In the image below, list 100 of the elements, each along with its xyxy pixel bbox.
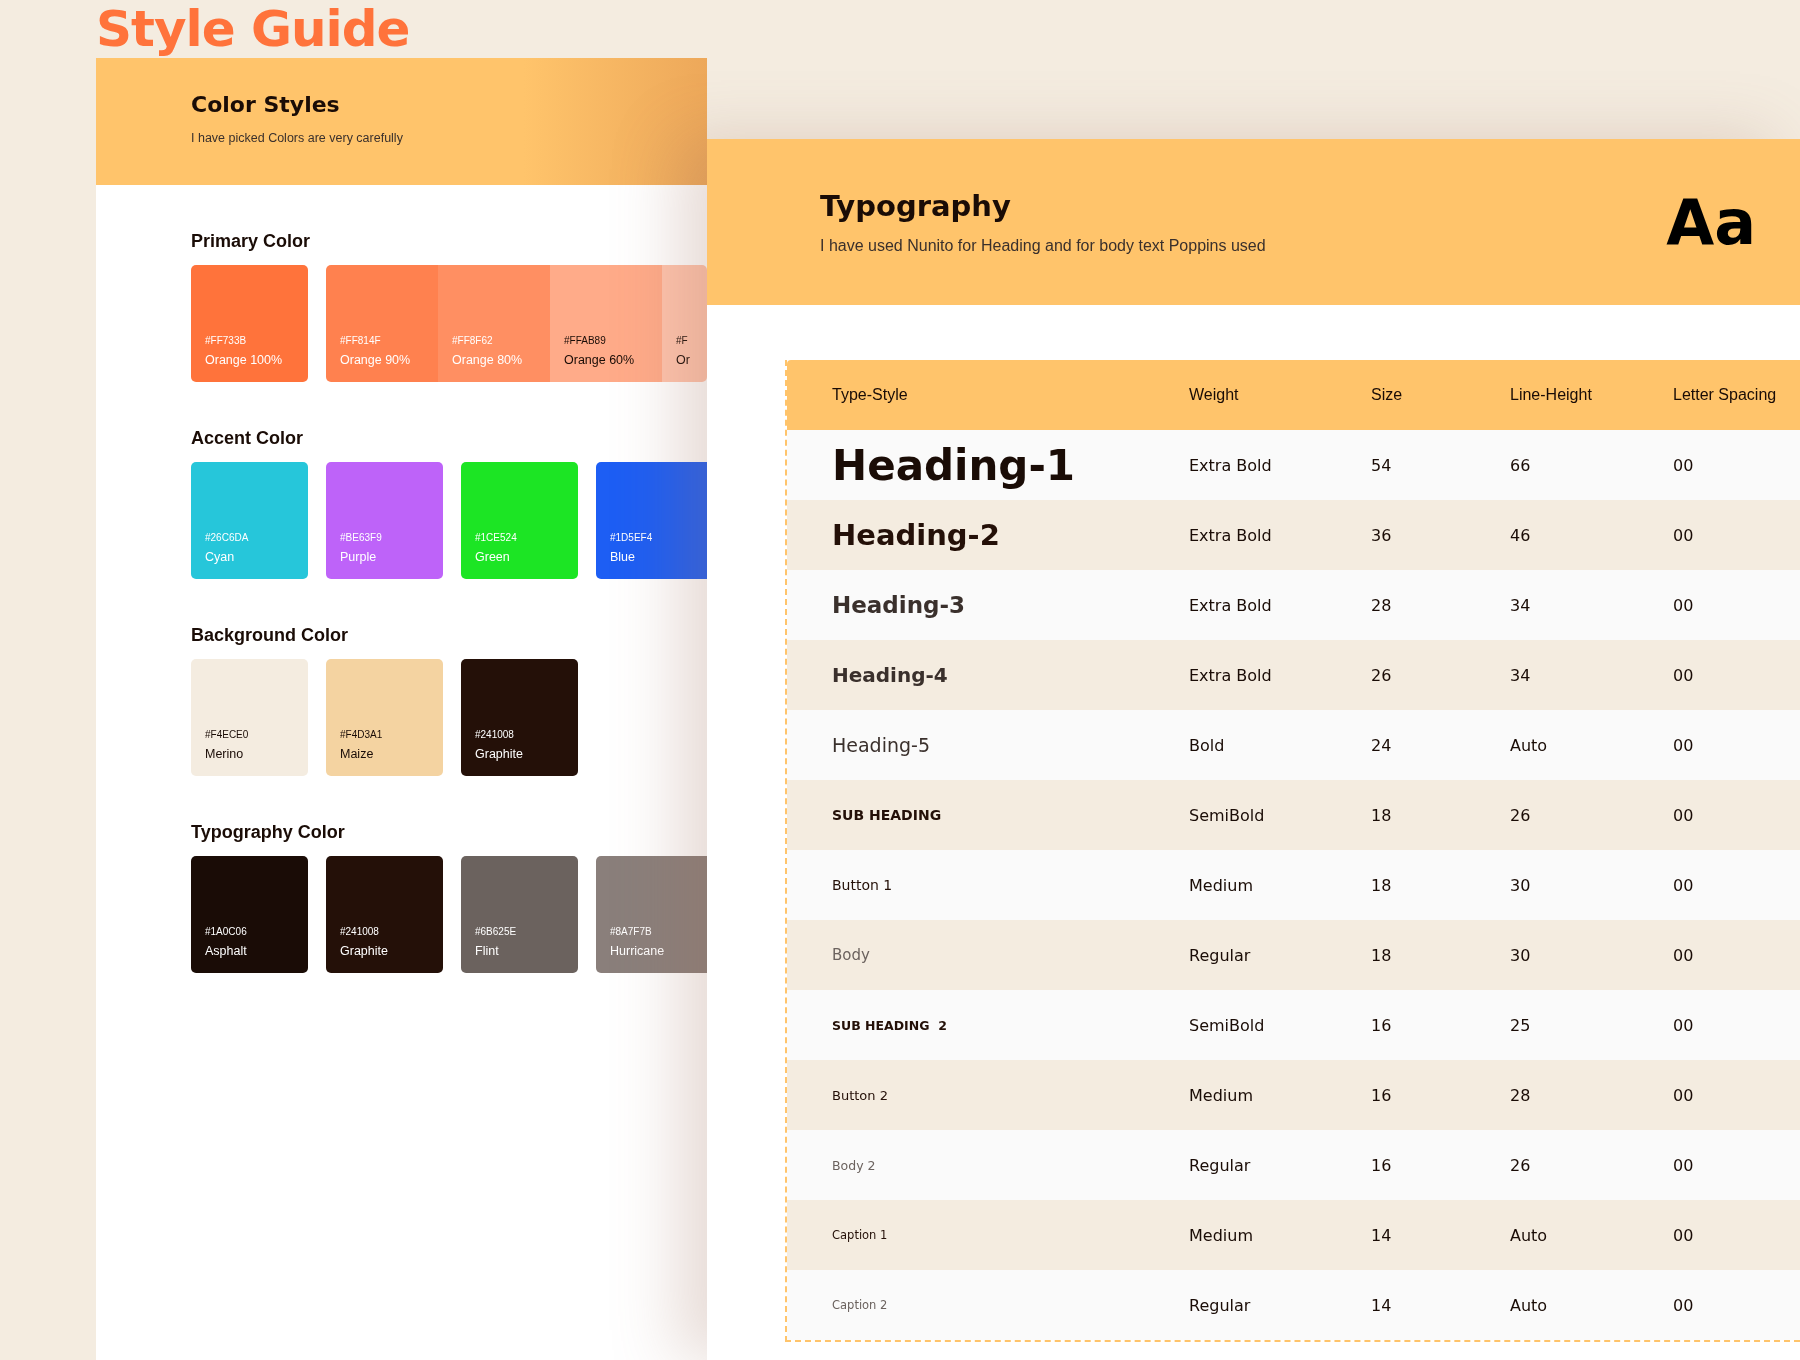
hex-code: #FF733B (205, 335, 248, 346)
table-cell-text: Medium (1189, 1085, 1254, 1105)
panel-title: Typography (820, 189, 1011, 223)
hex-code: #241008 (475, 729, 515, 740)
table-cell-text: Heading-2 (832, 518, 1001, 552)
panel-title: Color Styles (191, 92, 340, 117)
table-cell-text: Extra Bold (1189, 525, 1273, 545)
table-cell-text: 14 (1371, 1225, 1393, 1245)
hex-code: #FF8F62 (452, 335, 494, 346)
table-cell-text: 66 (1510, 455, 1532, 475)
table-cell-text: 00 (1673, 735, 1695, 755)
table-cell-text: 46 (1510, 525, 1532, 545)
hex-code: #F4D3A1 (340, 729, 384, 740)
table-cell-text: 00 (1673, 595, 1695, 615)
table-cell-text: 25 (1510, 1015, 1532, 1035)
color-name: Asphalt (205, 944, 248, 958)
table-cell-text: 00 (1673, 1225, 1695, 1245)
table-cell-text: 18 (1371, 875, 1393, 895)
table-cell-text: 16 (1371, 1155, 1393, 1175)
color-name: Graphite (475, 747, 524, 761)
table-cell-text: 34 (1510, 665, 1532, 685)
table-cell-text: 00 (1673, 455, 1695, 475)
table-cell-text: Auto (1510, 1295, 1549, 1315)
table-cell-text: Button 2 (832, 1087, 889, 1103)
hex-code: #F (676, 335, 689, 346)
table-cell-text: Heading-4 (832, 663, 949, 687)
table-cell-text: 00 (1673, 525, 1695, 545)
page-title: Style Guide (96, 0, 410, 58)
table-cell-text: 00 (1673, 1085, 1695, 1105)
column-header: Size (1371, 386, 1404, 404)
panel-subtitle: I have picked Colors are very carefully (191, 131, 403, 145)
color-name: Orange 60% (564, 353, 636, 367)
table-cell-text: 26 (1510, 805, 1532, 825)
color-name: Blue (610, 550, 637, 564)
hex-code: #1A0C06 (205, 926, 248, 937)
color-name: Orange 90% (340, 353, 412, 367)
hex-code: #8A7F7B (610, 926, 653, 937)
table-cell-text: Auto (1510, 1225, 1549, 1245)
color-name: Or (676, 353, 691, 367)
section-label: Background Color (191, 625, 348, 646)
hex-code: #1D5EF4 (610, 532, 654, 543)
table-cell-text: Heading-1 (832, 440, 1077, 490)
table-cell-text: Body (832, 946, 871, 964)
column-header: Type-Style (832, 386, 909, 404)
table-cell-text: Extra Bold (1189, 665, 1273, 685)
color-name: Maize (340, 747, 375, 761)
table-cell-text: Caption 2 (832, 1298, 889, 1312)
color-name: Green (475, 550, 511, 564)
table-cell-text: Bold (1189, 735, 1226, 755)
color-name: Merino (205, 747, 245, 761)
hex-code: #6B625E (475, 926, 518, 937)
panel-subtitle: I have used Nunito for Heading and for body text Poppins used (820, 237, 1266, 255)
table-cell-text: 36 (1371, 525, 1393, 545)
table-cell-text: 24 (1371, 735, 1393, 755)
table-cell-text: SUB HEADING 2 (832, 1017, 948, 1033)
column-header: Letter Spacing (1673, 386, 1778, 404)
table-cell-text: 30 (1510, 945, 1532, 965)
table-cell-text: 16 (1371, 1085, 1393, 1105)
table-cell-text: Auto (1510, 735, 1549, 755)
table-cell-text: 00 (1673, 1295, 1695, 1315)
section-label: Typography Color (191, 822, 345, 843)
hex-code: #FFAB89 (564, 335, 607, 346)
table-cell-text: 26 (1371, 665, 1393, 685)
table-cell-text: Extra Bold (1189, 595, 1273, 615)
table-cell-text: 26 (1510, 1155, 1532, 1175)
table-cell-text: 30 (1510, 875, 1532, 895)
table-cell-text: Regular (1189, 1295, 1252, 1315)
column-header: Line-Height (1510, 386, 1593, 404)
hex-code: #241008 (340, 926, 380, 937)
table-cell-text: 00 (1673, 665, 1695, 685)
table-cell-text: Heading-5 (832, 734, 931, 756)
table-cell-text: 34 (1510, 595, 1532, 615)
table-cell-text: SemiBold (1189, 1015, 1266, 1035)
table-cell-text: 00 (1673, 875, 1695, 895)
hex-code: #BE63F9 (340, 532, 383, 543)
hex-code: #1CE524 (475, 532, 518, 543)
table-cell-text: Extra Bold (1189, 455, 1273, 475)
color-name: Cyan (205, 550, 236, 564)
hex-code: #FF814F (340, 335, 382, 346)
table-cell-text: Button 1 (832, 877, 894, 893)
table-cell-text: 00 (1673, 805, 1695, 825)
color-name: Graphite (340, 944, 389, 958)
table-cell-text: Regular (1189, 945, 1252, 965)
table-cell-text: Regular (1189, 1155, 1252, 1175)
table-cell-text: 28 (1371, 595, 1393, 615)
table-cell-text: Medium (1189, 875, 1254, 895)
table-cell-text: Medium (1189, 1225, 1254, 1245)
color-name: Purple (340, 550, 378, 564)
table-cell-text: Body 2 (832, 1157, 877, 1173)
table-cell-text: SemiBold (1189, 805, 1266, 825)
table-cell-text: 16 (1371, 1015, 1393, 1035)
table-cell-text: 00 (1673, 945, 1695, 965)
color-name: Orange 100% (205, 353, 284, 367)
table-cell-text: 00 (1673, 1015, 1695, 1035)
column-header: Weight (1189, 386, 1240, 404)
color-name: Flint (475, 944, 500, 958)
color-name: Hurricane (610, 944, 666, 958)
section-label: Primary Color (191, 231, 311, 252)
color-name: Orange 80% (452, 353, 524, 367)
table-cell-text: Heading-3 (832, 592, 967, 618)
